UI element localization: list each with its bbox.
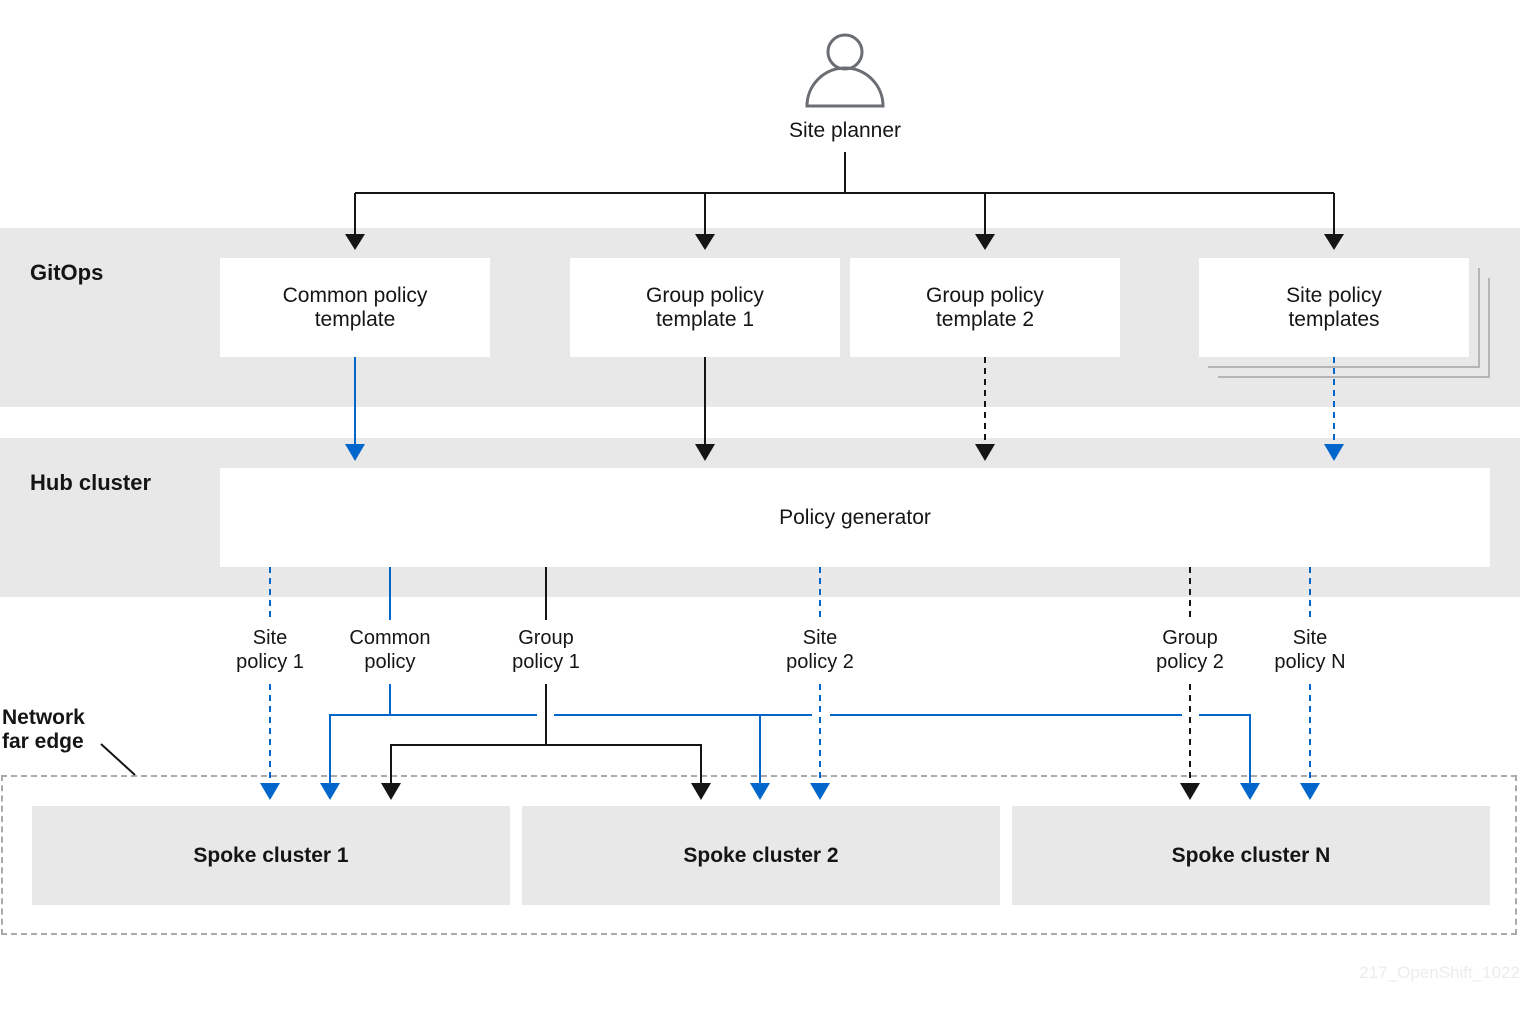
arrowhead bbox=[691, 783, 711, 800]
connector-layer bbox=[100, 33, 1344, 800]
group-policy-1-path bbox=[390, 567, 702, 784]
arrowhead bbox=[975, 444, 995, 461]
user-icon bbox=[805, 33, 885, 108]
arrowhead bbox=[1324, 234, 1344, 250]
arrowhead bbox=[345, 234, 365, 250]
planner-fanout bbox=[354, 152, 1335, 236]
group-policy-2-label: Group policy 2 bbox=[1156, 627, 1224, 673]
arrowhead bbox=[695, 234, 715, 250]
arrowhead bbox=[1324, 444, 1344, 461]
common-policy-label: Common policy bbox=[349, 627, 431, 673]
arrowhead bbox=[320, 783, 340, 800]
arrowhead bbox=[975, 234, 995, 250]
site-policy-2-label: Site policy 2 bbox=[786, 627, 854, 673]
arrowhead bbox=[1300, 783, 1320, 800]
arrowhead bbox=[750, 783, 770, 800]
group-policy-1-label: Group policy 1 bbox=[512, 627, 580, 673]
site-policy-1-label: Site policy 1 bbox=[236, 627, 304, 673]
planner-arrowheads bbox=[345, 234, 1344, 250]
arrowhead bbox=[1240, 783, 1260, 800]
arrowhead bbox=[260, 783, 280, 800]
arrowhead bbox=[345, 444, 365, 461]
arrowhead bbox=[381, 783, 401, 800]
site-planner-label: Site planner bbox=[788, 119, 902, 142]
site-policy-n-label: Site policy N bbox=[1274, 627, 1346, 673]
arrowhead bbox=[1180, 783, 1200, 800]
far-edge-pointer-line bbox=[100, 743, 136, 776]
arrowhead bbox=[695, 444, 715, 461]
arrowhead bbox=[810, 783, 830, 800]
common-policy-path bbox=[329, 567, 1251, 784]
figure-id-watermark: 217_OpenShift_1022 bbox=[1359, 963, 1520, 982]
